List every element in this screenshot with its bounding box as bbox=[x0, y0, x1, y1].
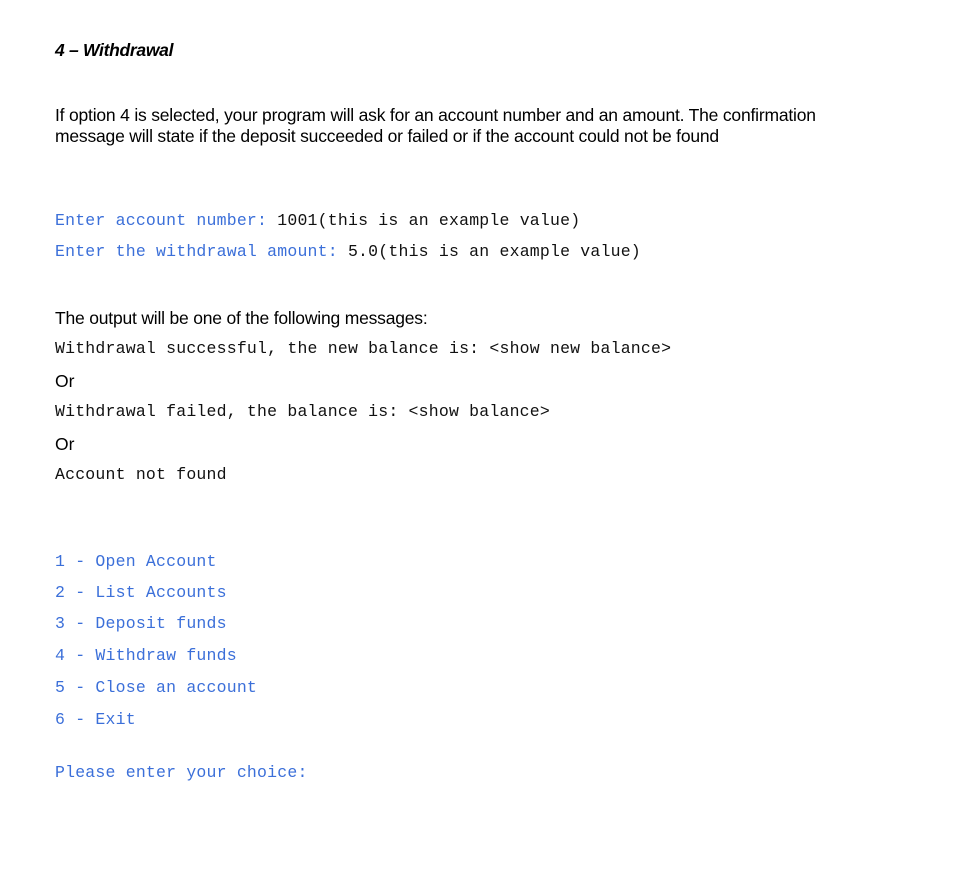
not-found-message: Account not found bbox=[55, 465, 227, 484]
or-separator: Or bbox=[55, 434, 75, 454]
menu-item-deposit-funds: 3 - Deposit funds bbox=[55, 614, 227, 633]
example-note: (this is an example value) bbox=[317, 211, 581, 230]
failed-message: Withdrawal failed, the balance is: <show… bbox=[55, 402, 550, 421]
or-separator: Or bbox=[55, 371, 75, 391]
prompt-label: Enter the withdrawal amount: bbox=[55, 242, 348, 261]
menu-item-close-account: 5 - Close an account bbox=[55, 678, 258, 697]
withdrawal-amount-prompt: Enter the withdrawal amount: 5.0(this is… bbox=[55, 242, 641, 261]
success-message: Withdrawal successful, the new balance i… bbox=[55, 339, 672, 358]
account-number-prompt: Enter account number: 1001(this is an ex… bbox=[55, 211, 580, 230]
intro-paragraph: If option 4 is selected, your program wi… bbox=[55, 105, 816, 146]
prompt-label: Enter account number: bbox=[55, 211, 278, 230]
menu-item-withdraw-funds: 4 - Withdraw funds bbox=[55, 646, 237, 665]
example-value: 1001 bbox=[277, 211, 318, 230]
section-heading: 4 – Withdrawal bbox=[55, 40, 174, 60]
menu-item-open-account: 1 - Open Account bbox=[55, 552, 217, 571]
example-note: (this is an example value) bbox=[378, 242, 641, 261]
example-value: 5.0 bbox=[347, 242, 379, 261]
menu-item-list-accounts: 2 - List Accounts bbox=[55, 583, 227, 602]
output-heading: The output will be one of the following … bbox=[55, 308, 428, 328]
choice-prompt: Please enter your choice: bbox=[55, 763, 308, 782]
menu-item-exit: 6 - Exit bbox=[55, 710, 136, 729]
